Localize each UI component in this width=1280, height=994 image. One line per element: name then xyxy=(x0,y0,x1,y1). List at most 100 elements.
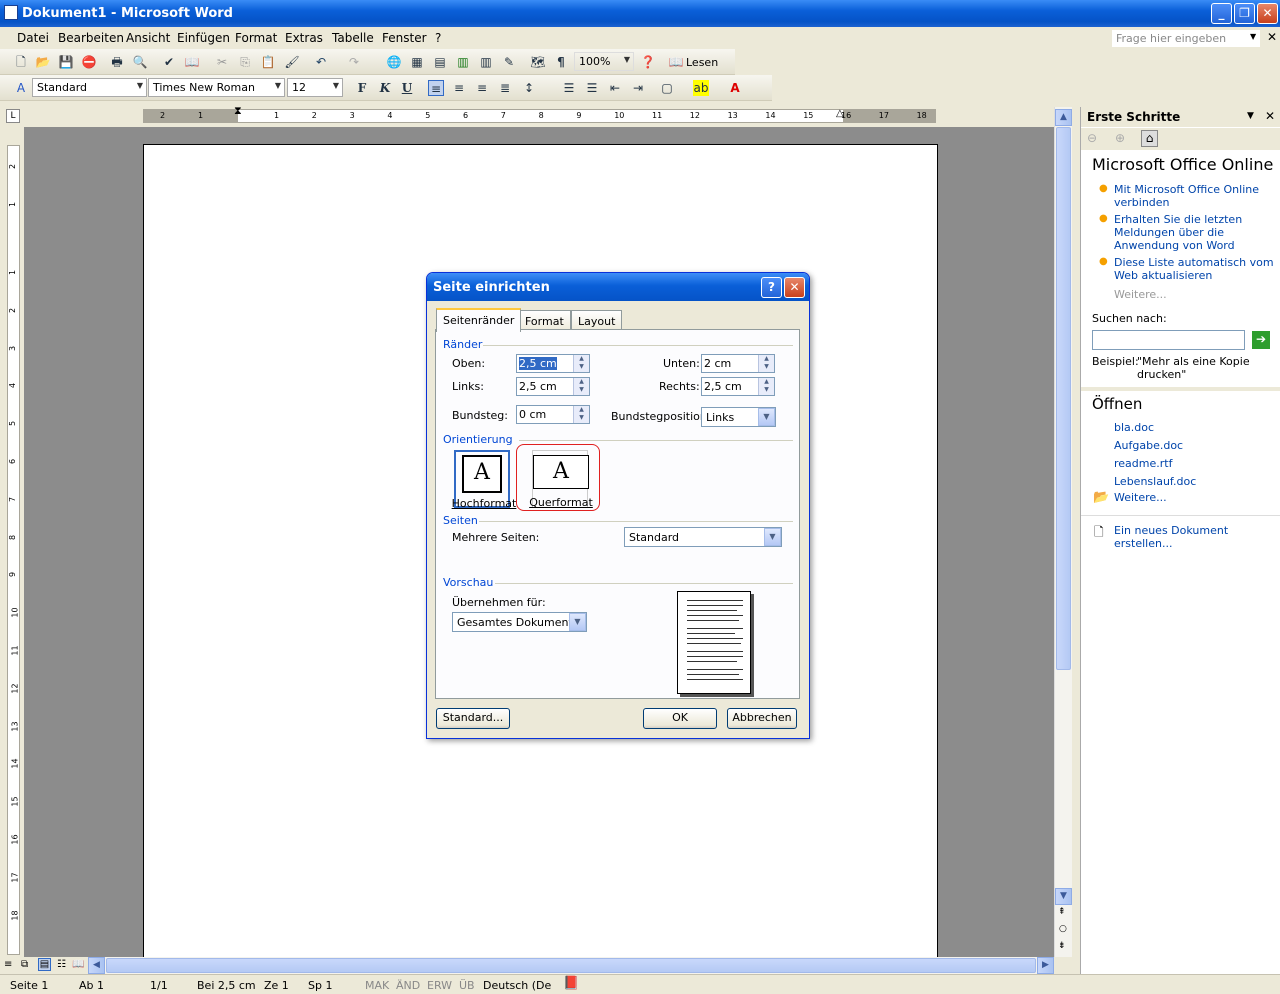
previous-page-icon[interactable]: ⇞ xyxy=(1058,907,1066,917)
scroll-left-icon[interactable]: ◀ xyxy=(88,957,105,974)
link-auto-update[interactable]: Diese Liste automatisch vom Web aktualis… xyxy=(1114,256,1276,282)
status-overtype[interactable]: ÜB xyxy=(459,979,475,992)
dialog-close-button[interactable]: ✕ xyxy=(784,277,805,298)
highlight-icon[interactable]: ab xyxy=(693,80,709,96)
save-icon[interactable]: 💾 xyxy=(58,54,74,70)
status-track-changes[interactable]: ÄND xyxy=(396,979,420,992)
align-right-icon[interactable]: ≡ xyxy=(474,80,490,96)
help-button[interactable]: ? xyxy=(761,277,782,298)
styles-formatting-icon[interactable]: A xyxy=(13,80,29,96)
spelling-status-icon[interactable]: 📕 xyxy=(563,976,579,991)
link-new-document[interactable]: Ein neues Dokument erstellen... xyxy=(1114,524,1276,550)
spinner-icon[interactable]: ▲ ▼ xyxy=(758,378,774,395)
document-map-icon[interactable]: 🗺 xyxy=(530,54,546,70)
menu-datei[interactable]: Datei xyxy=(17,31,49,45)
horizontal-scroll-thumb[interactable] xyxy=(106,958,1036,973)
task-pane-close-icon[interactable]: ✕ xyxy=(1265,109,1275,123)
search-go-icon[interactable]: ➔ xyxy=(1252,331,1270,349)
scroll-thumb[interactable] xyxy=(1056,127,1071,670)
spinner-icon[interactable]: ▲ ▼ xyxy=(573,406,589,423)
next-page-icon[interactable]: ⇟ xyxy=(1058,941,1066,951)
minimize-button[interactable]: _ xyxy=(1211,3,1232,24)
italic-button[interactable]: K xyxy=(377,80,393,96)
spinner-icon[interactable]: ▲ ▼ xyxy=(573,378,589,395)
read-mode-icon[interactable]: 📖 xyxy=(668,54,684,70)
recent-file[interactable]: Aufgabe.doc xyxy=(1114,439,1276,452)
menu-bearbeiten[interactable]: Bearbeiten xyxy=(58,31,124,45)
normal-view-icon[interactable]: ≡ xyxy=(4,959,12,970)
top-margin-field[interactable]: 2,5 cm ▲ ▼ xyxy=(516,354,590,373)
recent-file[interactable]: Lebenslauf.doc xyxy=(1114,475,1276,488)
multiple-pages-select[interactable]: Standard ▼ xyxy=(624,527,782,547)
columns-icon[interactable]: ▥ xyxy=(478,54,494,70)
menu-format[interactable]: Format xyxy=(235,31,277,45)
menu-help[interactable]: ? xyxy=(435,31,441,45)
research-icon[interactable]: 📖 xyxy=(184,54,200,70)
default-button[interactable]: Standard... xyxy=(436,708,510,729)
zoom-combo[interactable]: 100% ▼ xyxy=(574,52,634,71)
copy-icon[interactable]: ⎘ xyxy=(237,54,253,70)
read-mode-label[interactable]: Lesen xyxy=(686,56,718,69)
back-icon[interactable]: ⊖ xyxy=(1087,131,1097,145)
align-center-icon[interactable]: ≡ xyxy=(451,80,467,96)
left-margin-field[interactable]: 2,5 cm ▲ ▼ xyxy=(516,377,590,396)
spelling-icon[interactable]: ✔ xyxy=(161,54,177,70)
drawing-icon[interactable]: ✎ xyxy=(501,54,517,70)
format-painter-icon[interactable]: 🖌 xyxy=(284,54,300,70)
link-more-online[interactable]: Weitere... xyxy=(1114,288,1276,301)
line-spacing-icon[interactable]: ↕ xyxy=(521,80,537,96)
status-extend[interactable]: ERW xyxy=(427,979,452,992)
scroll-right-icon[interactable]: ▶ xyxy=(1037,957,1054,974)
undo-icon[interactable]: ↶ xyxy=(313,54,329,70)
insert-excel-icon[interactable]: ▥ xyxy=(455,54,471,70)
tab-margins[interactable]: Seitenränder xyxy=(436,308,522,332)
link-news[interactable]: Erhalten Sie die letzten Meldungen über … xyxy=(1114,213,1276,252)
vertical-scrollbar[interactable]: ▲ ▼ ⇞ ○ ⇟ xyxy=(1054,107,1072,957)
print-layout-icon[interactable]: ▤ xyxy=(38,958,51,971)
link-connect[interactable]: Mit Microsoft Office Online verbinden xyxy=(1114,183,1276,209)
home-icon[interactable]: ⌂ xyxy=(1141,130,1158,147)
cut-icon[interactable]: ✂ xyxy=(214,54,230,70)
forward-icon[interactable]: ⊕ xyxy=(1115,131,1125,145)
status-language[interactable]: Deutsch (De xyxy=(483,979,551,992)
underline-button[interactable]: U xyxy=(399,80,415,96)
recent-file[interactable]: readme.rtf xyxy=(1114,457,1276,470)
outline-view-icon[interactable]: ☷ xyxy=(57,959,66,970)
menu-einfuegen[interactable]: Einfügen xyxy=(177,31,230,45)
new-document-icon[interactable]: 🗋 xyxy=(13,54,29,70)
ask-dropdown-icon[interactable]: ▼ xyxy=(1250,32,1256,41)
print-preview-icon[interactable]: 🔍 xyxy=(132,54,148,70)
menu-extras[interactable]: Extras xyxy=(285,31,323,45)
numbering-icon[interactable]: ☰ xyxy=(561,80,577,96)
status-macro[interactable]: MAK xyxy=(365,979,389,992)
maximize-button[interactable]: ❐ xyxy=(1234,3,1255,24)
cancel-button[interactable]: Abbrechen xyxy=(727,708,797,729)
decrease-indent-icon[interactable]: ⇤ xyxy=(607,80,623,96)
redo-icon[interactable]: ↷ xyxy=(346,54,362,70)
ok-button[interactable]: OK xyxy=(643,708,717,729)
print-icon[interactable]: 🖶 xyxy=(109,54,125,70)
web-layout-icon[interactable]: ⧉ xyxy=(21,959,28,970)
menu-ansicht[interactable]: Ansicht xyxy=(126,31,170,45)
link-open-more[interactable]: Weitere... xyxy=(1114,491,1276,504)
show-formatting-icon[interactable]: ¶ xyxy=(553,54,569,70)
landscape-option[interactable]: A Querformat xyxy=(529,450,593,509)
style-combo[interactable]: Standard ▼ xyxy=(32,78,147,97)
bottom-margin-field[interactable]: 2 cm ▲ ▼ xyxy=(701,354,775,373)
task-pane-dropdown-icon[interactable]: ▼ xyxy=(1247,111,1254,121)
gutter-position-select[interactable]: Links ▼ xyxy=(701,407,776,427)
close-document-icon[interactable]: ✕ xyxy=(1267,30,1277,44)
ask-question-input[interactable]: Frage hier eingeben xyxy=(1112,30,1260,47)
font-combo[interactable]: Times New Roman ▼ xyxy=(148,78,285,97)
font-size-combo[interactable]: 12 ▼ xyxy=(287,78,343,97)
tables-borders-icon[interactable]: ▦ xyxy=(409,54,425,70)
portrait-option[interactable]: A Hochformat xyxy=(452,450,516,510)
font-color-icon[interactable]: A xyxy=(727,80,743,96)
bullets-icon[interactable]: ☰ xyxy=(584,80,600,96)
open-folder-icon[interactable]: 📂 xyxy=(35,54,51,70)
hyperlink-icon[interactable]: 🌐 xyxy=(386,54,402,70)
close-button[interactable]: ✕ xyxy=(1257,3,1278,24)
spinner-icon[interactable]: ▲ ▼ xyxy=(573,355,589,372)
reading-layout-icon[interactable]: 📖 xyxy=(72,959,84,970)
borders-icon[interactable]: ▢ xyxy=(659,80,675,96)
